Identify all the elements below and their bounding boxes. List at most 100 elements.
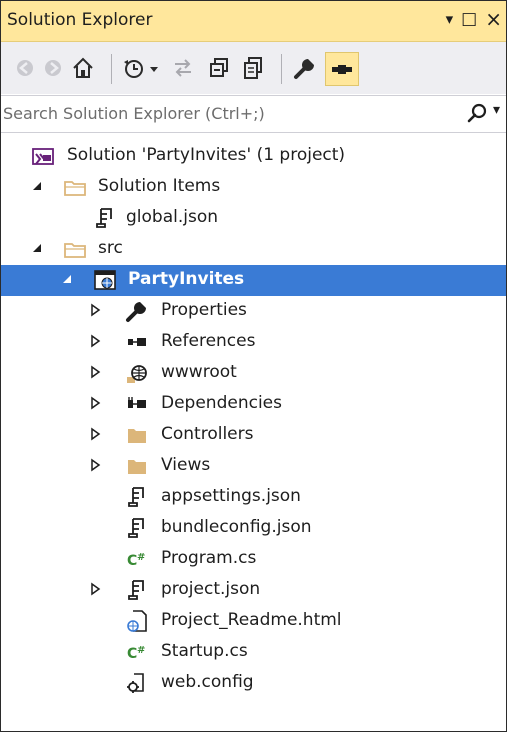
collapse-all-button[interactable] [205,54,233,82]
sync-button[interactable] [169,54,197,82]
collapsed-arrow-icon[interactable] [89,334,101,348]
tree-item-label: Project_Readme.html [161,610,342,630]
search-options-chevron-icon[interactable]: ▾ [493,102,500,118]
back-icon [17,60,33,76]
maximize-icon[interactable]: □ [461,9,477,29]
tree-item-label: Startup.cs [161,641,248,661]
forward-button[interactable] [41,54,65,82]
back-button[interactable] [13,54,37,82]
tree-item-label: References [161,331,256,351]
tree-item-controllers[interactable]: Controllers [1,420,506,451]
home-button[interactable] [69,54,97,82]
collapsed-arrow-icon[interactable] [89,458,101,472]
tree-item-views[interactable]: Views [1,451,506,482]
tree-item-properties[interactable]: Properties [1,296,506,327]
tree-item-label: PartyInvites [128,269,245,289]
json-file-icon [128,580,144,600]
tree-item-label: web.config [161,672,254,692]
sync-icon [175,59,191,77]
tree-item-program-cs[interactable]: C # Program.cs [1,544,506,575]
tree-item-label: bundleconfig.json [161,517,312,537]
folder-icon [64,181,86,196]
tree-item-label: Dependencies [161,393,282,413]
tree-item-wwwroot[interactable]: wwwroot [1,358,506,389]
tree-item-label: project.json [161,579,261,599]
folder-icon [64,243,86,258]
solution-explorer-panel: Solution Explorer ▾ □ × Search Solution … [0,0,507,732]
toolbar-separator [111,54,112,84]
json-file-icon [128,487,144,507]
wrench-icon [126,302,146,322]
tree-item-web-config[interactable]: web.config [1,668,506,699]
show-all-files-button[interactable] [239,54,267,82]
close-icon[interactable]: × [485,7,502,31]
svg-text:#: # [137,645,145,656]
toolbar-separator [281,54,282,84]
config-file-icon [127,673,144,693]
tree-item-startup-cs[interactable]: C # Startup.cs [1,637,506,668]
home-icon [73,57,93,78]
panel-titlebar: Solution Explorer ▾ □ × [1,1,506,42]
svg-text:C: C [127,553,137,569]
globe-icon [127,365,147,383]
tree-item-label: Solution 'PartyInvites' (1 project) [67,145,346,165]
svg-text:C: C [127,646,137,662]
preview-pin-icon [332,65,352,74]
tree-item-label: Solution Items [98,176,221,196]
web-project-icon [94,270,116,290]
collapsed-arrow-icon[interactable] [89,365,101,379]
tree-item-solution-items[interactable]: Solution Items [1,172,506,203]
panel-title: Solution Explorer [7,10,153,30]
tree-item-bundleconfig[interactable]: bundleconfig.json [1,513,506,544]
collapsed-arrow-icon[interactable] [89,582,101,596]
tree-item-label: appsettings.json [161,486,301,506]
search-input[interactable] [3,101,453,125]
tree-item-global-json[interactable]: global.json [1,203,506,234]
tree-item-appsettings[interactable]: appsettings.json [1,482,506,513]
tree-item-label: global.json [126,207,219,227]
search-bar: ▾ [1,95,506,133]
collapse-all-icon [210,58,228,77]
collapsed-arrow-icon[interactable] [89,303,101,317]
forward-icon [45,60,61,76]
collapsed-arrow-icon[interactable] [89,396,101,410]
tree-item-label: Program.cs [161,548,257,568]
expanded-arrow-icon[interactable] [31,241,43,255]
tree-item-references[interactable]: References [1,327,506,358]
tree-item-project-json[interactable]: project.json [1,575,506,606]
wrench-icon [294,59,314,79]
history-icon [124,60,158,78]
expanded-arrow-icon[interactable] [31,179,43,193]
json-file-icon [128,518,144,538]
tree-item-project-readme[interactable]: Project_Readme.html [1,606,506,637]
solution-icon [32,148,54,165]
tree-item-label: Controllers [161,424,254,444]
dependencies-icon [128,397,146,408]
html-file-icon [127,610,147,632]
expanded-arrow-icon[interactable] [61,272,73,286]
window-controls: ▾ □ × [446,7,502,31]
dropdown-arrow-icon[interactable]: ▾ [446,10,454,28]
folder-icon [128,460,146,474]
toolbar [1,42,506,94]
tree-item-label: Views [161,455,211,475]
tree-item-label: src [98,238,123,258]
preview-button[interactable] [325,52,359,86]
tree-item-label: wwwroot [161,362,237,382]
tree-item-dependencies[interactable]: Dependencies [1,389,506,420]
svg-text:#: # [137,552,145,563]
csharp-file-icon: C # [127,552,145,569]
json-file-icon [96,208,112,228]
folder-icon [128,429,146,443]
references-icon [128,338,146,346]
tree-item-solution[interactable]: Solution 'PartyInvites' (1 project) [1,141,506,172]
properties-button[interactable] [291,54,319,82]
show-all-files-icon [244,57,262,79]
collapsed-arrow-icon[interactable] [89,427,101,441]
history-button[interactable] [121,54,163,82]
tree-item-src[interactable]: src [1,234,506,265]
search-icon[interactable] [466,103,488,125]
csharp-file-icon: C # [127,645,145,662]
tree-item-partyinvites[interactable]: PartyInvites [1,265,506,296]
tree-item-label: Properties [161,300,247,320]
